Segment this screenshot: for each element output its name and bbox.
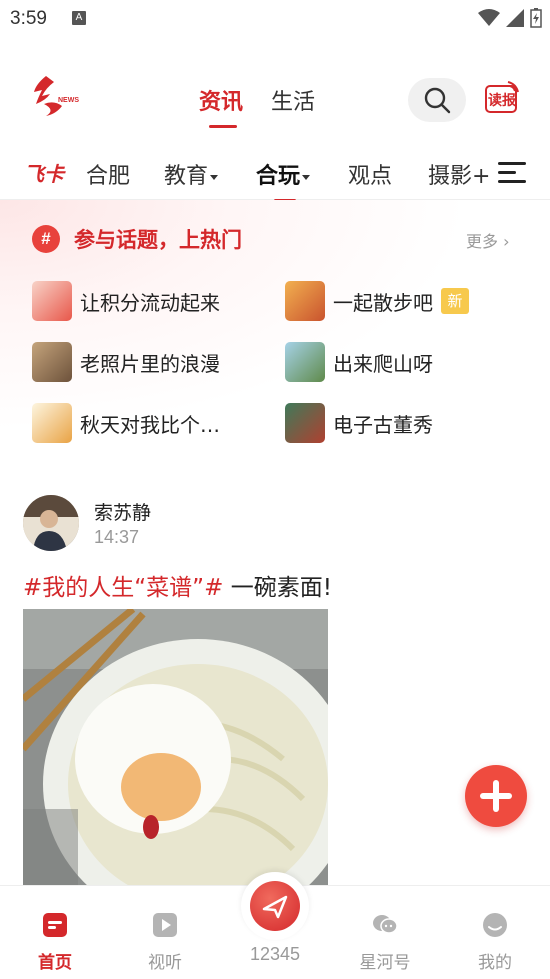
channel-bar: 飞卡 合肥 教育 合玩 观点 摄影+ bbox=[0, 150, 550, 202]
post-time: 14:37 bbox=[94, 527, 140, 547]
status-icons bbox=[478, 8, 542, 28]
chevron-right-icon: › bbox=[503, 232, 510, 251]
status-time: 3:59 bbox=[10, 8, 47, 29]
topic-item[interactable]: 老照片里的浪漫 bbox=[32, 341, 220, 383]
home-icon bbox=[43, 913, 67, 937]
topic-item[interactable]: 出来爬山呀 bbox=[285, 341, 433, 383]
status-bar: 3:59 A bbox=[0, 0, 550, 38]
antique-thumbnail-icon bbox=[285, 403, 325, 443]
post-title[interactable]: #我的人生“菜谱”# 一碗素面! bbox=[23, 568, 332, 602]
points-thumbnail-icon bbox=[32, 281, 72, 321]
chevron-down-icon bbox=[210, 174, 219, 180]
new-badge: 新 bbox=[441, 288, 469, 314]
menu-icon[interactable] bbox=[498, 160, 526, 186]
nav-home[interactable]: 首页 bbox=[15, 912, 95, 973]
channel-photography[interactable]: 摄影+ bbox=[428, 158, 490, 190]
channel-hefei[interactable]: 合肥 bbox=[86, 158, 164, 190]
profile-icon bbox=[483, 913, 507, 937]
nav-xinghe[interactable]: 星河号 bbox=[345, 912, 425, 973]
post-image[interactable] bbox=[23, 609, 328, 889]
plus-icon bbox=[480, 780, 512, 812]
play-icon bbox=[153, 913, 177, 937]
topics-header: # 参与话题，上热门 bbox=[32, 224, 242, 254]
notification-icon: A bbox=[72, 11, 86, 25]
channel-hewan[interactable]: 合玩 bbox=[256, 158, 348, 202]
channel-opinion[interactable]: 观点 bbox=[348, 158, 428, 190]
search-button[interactable] bbox=[408, 78, 466, 122]
author-name[interactable]: 索苏静 bbox=[94, 498, 151, 525]
channel-education[interactable]: 教育 bbox=[164, 158, 256, 190]
topics-title: 参与话题，上热门 bbox=[74, 228, 242, 252]
search-icon bbox=[424, 87, 451, 114]
battery-icon bbox=[530, 8, 542, 28]
read-label: 读报 bbox=[488, 93, 516, 109]
bottom-navigation: 首页 视听 12345 星河号 我的 bbox=[0, 872, 550, 979]
autumn-thumbnail-icon bbox=[32, 403, 72, 443]
more-topics-link[interactable]: 更多 › bbox=[466, 228, 510, 252]
signal-icon bbox=[506, 9, 524, 27]
avatar[interactable] bbox=[23, 495, 79, 551]
topic-item[interactable]: 一起散步吧 新 bbox=[285, 280, 469, 322]
feika-label: 飞卡 bbox=[24, 161, 64, 186]
topic-item[interactable]: 秋天对我比个… bbox=[32, 402, 220, 444]
feika-brand[interactable]: 飞卡 bbox=[24, 160, 74, 186]
top-tabs: 资讯 生活 bbox=[199, 84, 315, 128]
tab-news[interactable]: 资讯 bbox=[199, 84, 243, 128]
hotline-icon bbox=[250, 881, 300, 931]
hot-topics-card: # 参与话题，上热门 更多 › 让积分流动起来 一起散步吧 新 老照片里的浪漫 … bbox=[0, 200, 550, 470]
nav-video[interactable]: 视听 bbox=[125, 912, 205, 973]
chevron-down-icon bbox=[302, 174, 311, 180]
hiking-thumbnail-icon bbox=[285, 342, 325, 382]
paper-plane-icon bbox=[262, 895, 288, 919]
svg-text:NEWS: NEWS bbox=[58, 97, 79, 104]
hotline-12345-button[interactable] bbox=[241, 872, 309, 940]
topic-item[interactable]: 电子古董秀 bbox=[285, 402, 433, 444]
wifi-icon bbox=[478, 9, 500, 26]
old-photo-thumbnail-icon bbox=[32, 342, 72, 382]
tab-life[interactable]: 生活 bbox=[271, 84, 315, 116]
app-logo-icon[interactable]: NEWS bbox=[28, 70, 80, 122]
person-icon bbox=[23, 495, 79, 551]
walk-thumbnail-icon bbox=[285, 281, 325, 321]
noodle-bowl-photo bbox=[23, 609, 328, 889]
nav-mine[interactable]: 我的 bbox=[455, 912, 535, 973]
channel-list: 合肥 教育 合玩 观点 摄影+ bbox=[86, 158, 490, 202]
create-post-button[interactable] bbox=[465, 765, 527, 827]
nav-12345-label[interactable]: 12345 bbox=[235, 944, 315, 965]
topic-item[interactable]: 让积分流动起来 bbox=[32, 280, 220, 322]
hashtag-icon: # bbox=[32, 225, 60, 253]
chat-bubbles-icon bbox=[373, 915, 398, 934]
app-header: NEWS 资讯 生活 读报 bbox=[0, 62, 550, 137]
read-newspaper-button[interactable]: 读报 bbox=[484, 80, 520, 116]
post-hashtag[interactable]: #我的人生“菜谱”# bbox=[23, 575, 223, 601]
